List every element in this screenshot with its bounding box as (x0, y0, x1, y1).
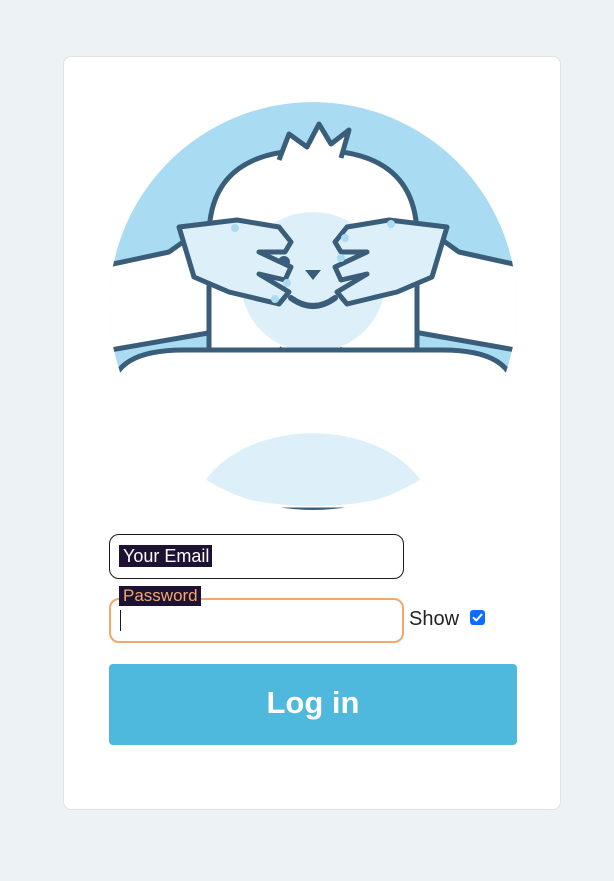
email-label: Your Email (119, 545, 213, 567)
yeti-covering-eyes-icon (109, 102, 517, 510)
login-button[interactable]: Log in (109, 664, 517, 745)
password-label: Password (119, 586, 201, 606)
show-password-checkbox[interactable] (470, 610, 485, 625)
checkmark-icon (472, 613, 483, 622)
show-password-label: Show (409, 608, 460, 630)
text-caret (120, 610, 121, 631)
